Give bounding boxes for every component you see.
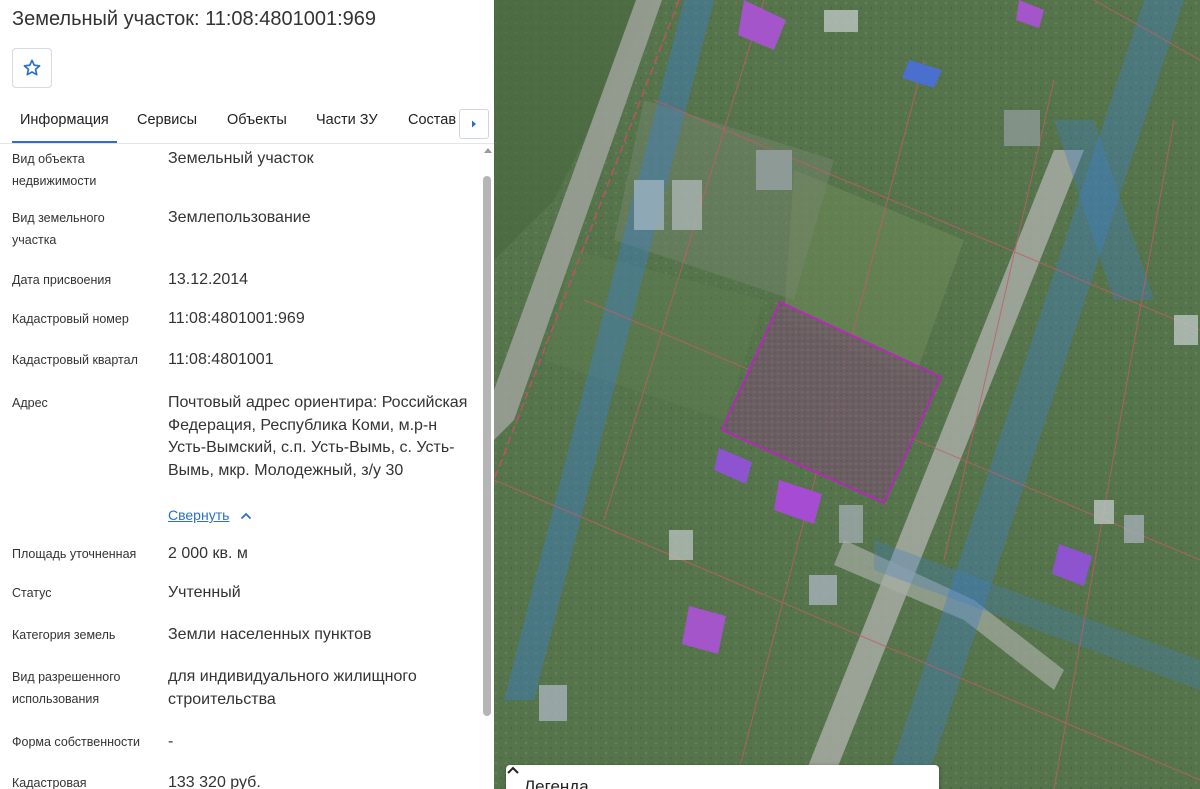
field-label: Категория земель (12, 628, 116, 642)
field-label: Вид земельного участка (12, 211, 105, 247)
field-label: Адрес (12, 396, 48, 410)
scroll-thumb[interactable] (483, 176, 491, 716)
tab-information[interactable]: Информация (12, 112, 117, 143)
field-value: - (168, 733, 174, 750)
field-label: Вид объекта недвижимости (12, 152, 97, 188)
field-label: Статус (12, 586, 52, 600)
chevron-up-icon[interactable] (506, 765, 520, 775)
field-value: Земли населенных пунктов (168, 626, 372, 643)
field-value: 13.12.2014 (168, 271, 249, 288)
legend-title: Легенда (524, 777, 589, 789)
panel-scrollbar[interactable] (481, 144, 493, 789)
field-value: 2 000 кв. м (168, 545, 248, 562)
page-title: Земельный участок: 11:08:4801001:969 (12, 8, 377, 30)
field-value: для индивидуального жилищного строительс… (168, 668, 417, 708)
star-outline-icon (23, 59, 41, 76)
tab-services[interactable]: Сервисы (137, 112, 197, 128)
tab-parts[interactable]: Части ЗУ (316, 112, 378, 128)
info-list: Вид объекта недвижимости Земельный участ… (0, 144, 480, 789)
field-label: Вид разрешенного использования (12, 670, 121, 706)
field-label: Площадь уточненная (12, 547, 137, 561)
field-label: Кадастровый квартал (12, 353, 138, 367)
field-value: 11:08:4801001 (168, 351, 274, 368)
field-value: Учтенный (168, 584, 241, 601)
chevron-up-icon[interactable] (240, 512, 252, 520)
field-label: Кадастровый номер (12, 312, 129, 326)
satellite-map (494, 0, 1200, 789)
chevron-right-icon (472, 120, 476, 128)
field-label: Дата присвоения (12, 273, 112, 287)
address-value: Почтовый адрес ориентира: Российская Фед… (168, 394, 468, 479)
map-legend[interactable]: Легенда (506, 765, 939, 789)
map-view[interactable]: Легенда (494, 0, 1200, 789)
field-value: Землепользование (168, 209, 311, 226)
collapse-link[interactable]: Свернуть (168, 507, 229, 523)
scroll-up-arrow-icon[interactable] (484, 148, 492, 153)
field-label: Кадастровая (12, 776, 87, 789)
tab-bar: Информация Сервисы Объекты Части ЗУ Сост… (0, 100, 494, 144)
tabs-next-button[interactable] (459, 109, 489, 139)
field-label: Форма собственности (12, 735, 140, 749)
tab-objects[interactable]: Объекты (227, 112, 287, 128)
field-value: 11:08:4801001:969 (168, 310, 305, 327)
info-panel: Земельный участок: 11:08:4801001:969 Инф… (0, 0, 494, 789)
field-value: Земельный участок (168, 150, 314, 167)
field-value: 133 320 руб. (168, 774, 261, 789)
favorite-button[interactable] (12, 48, 52, 88)
tab-composition[interactable]: Состав (408, 112, 456, 128)
